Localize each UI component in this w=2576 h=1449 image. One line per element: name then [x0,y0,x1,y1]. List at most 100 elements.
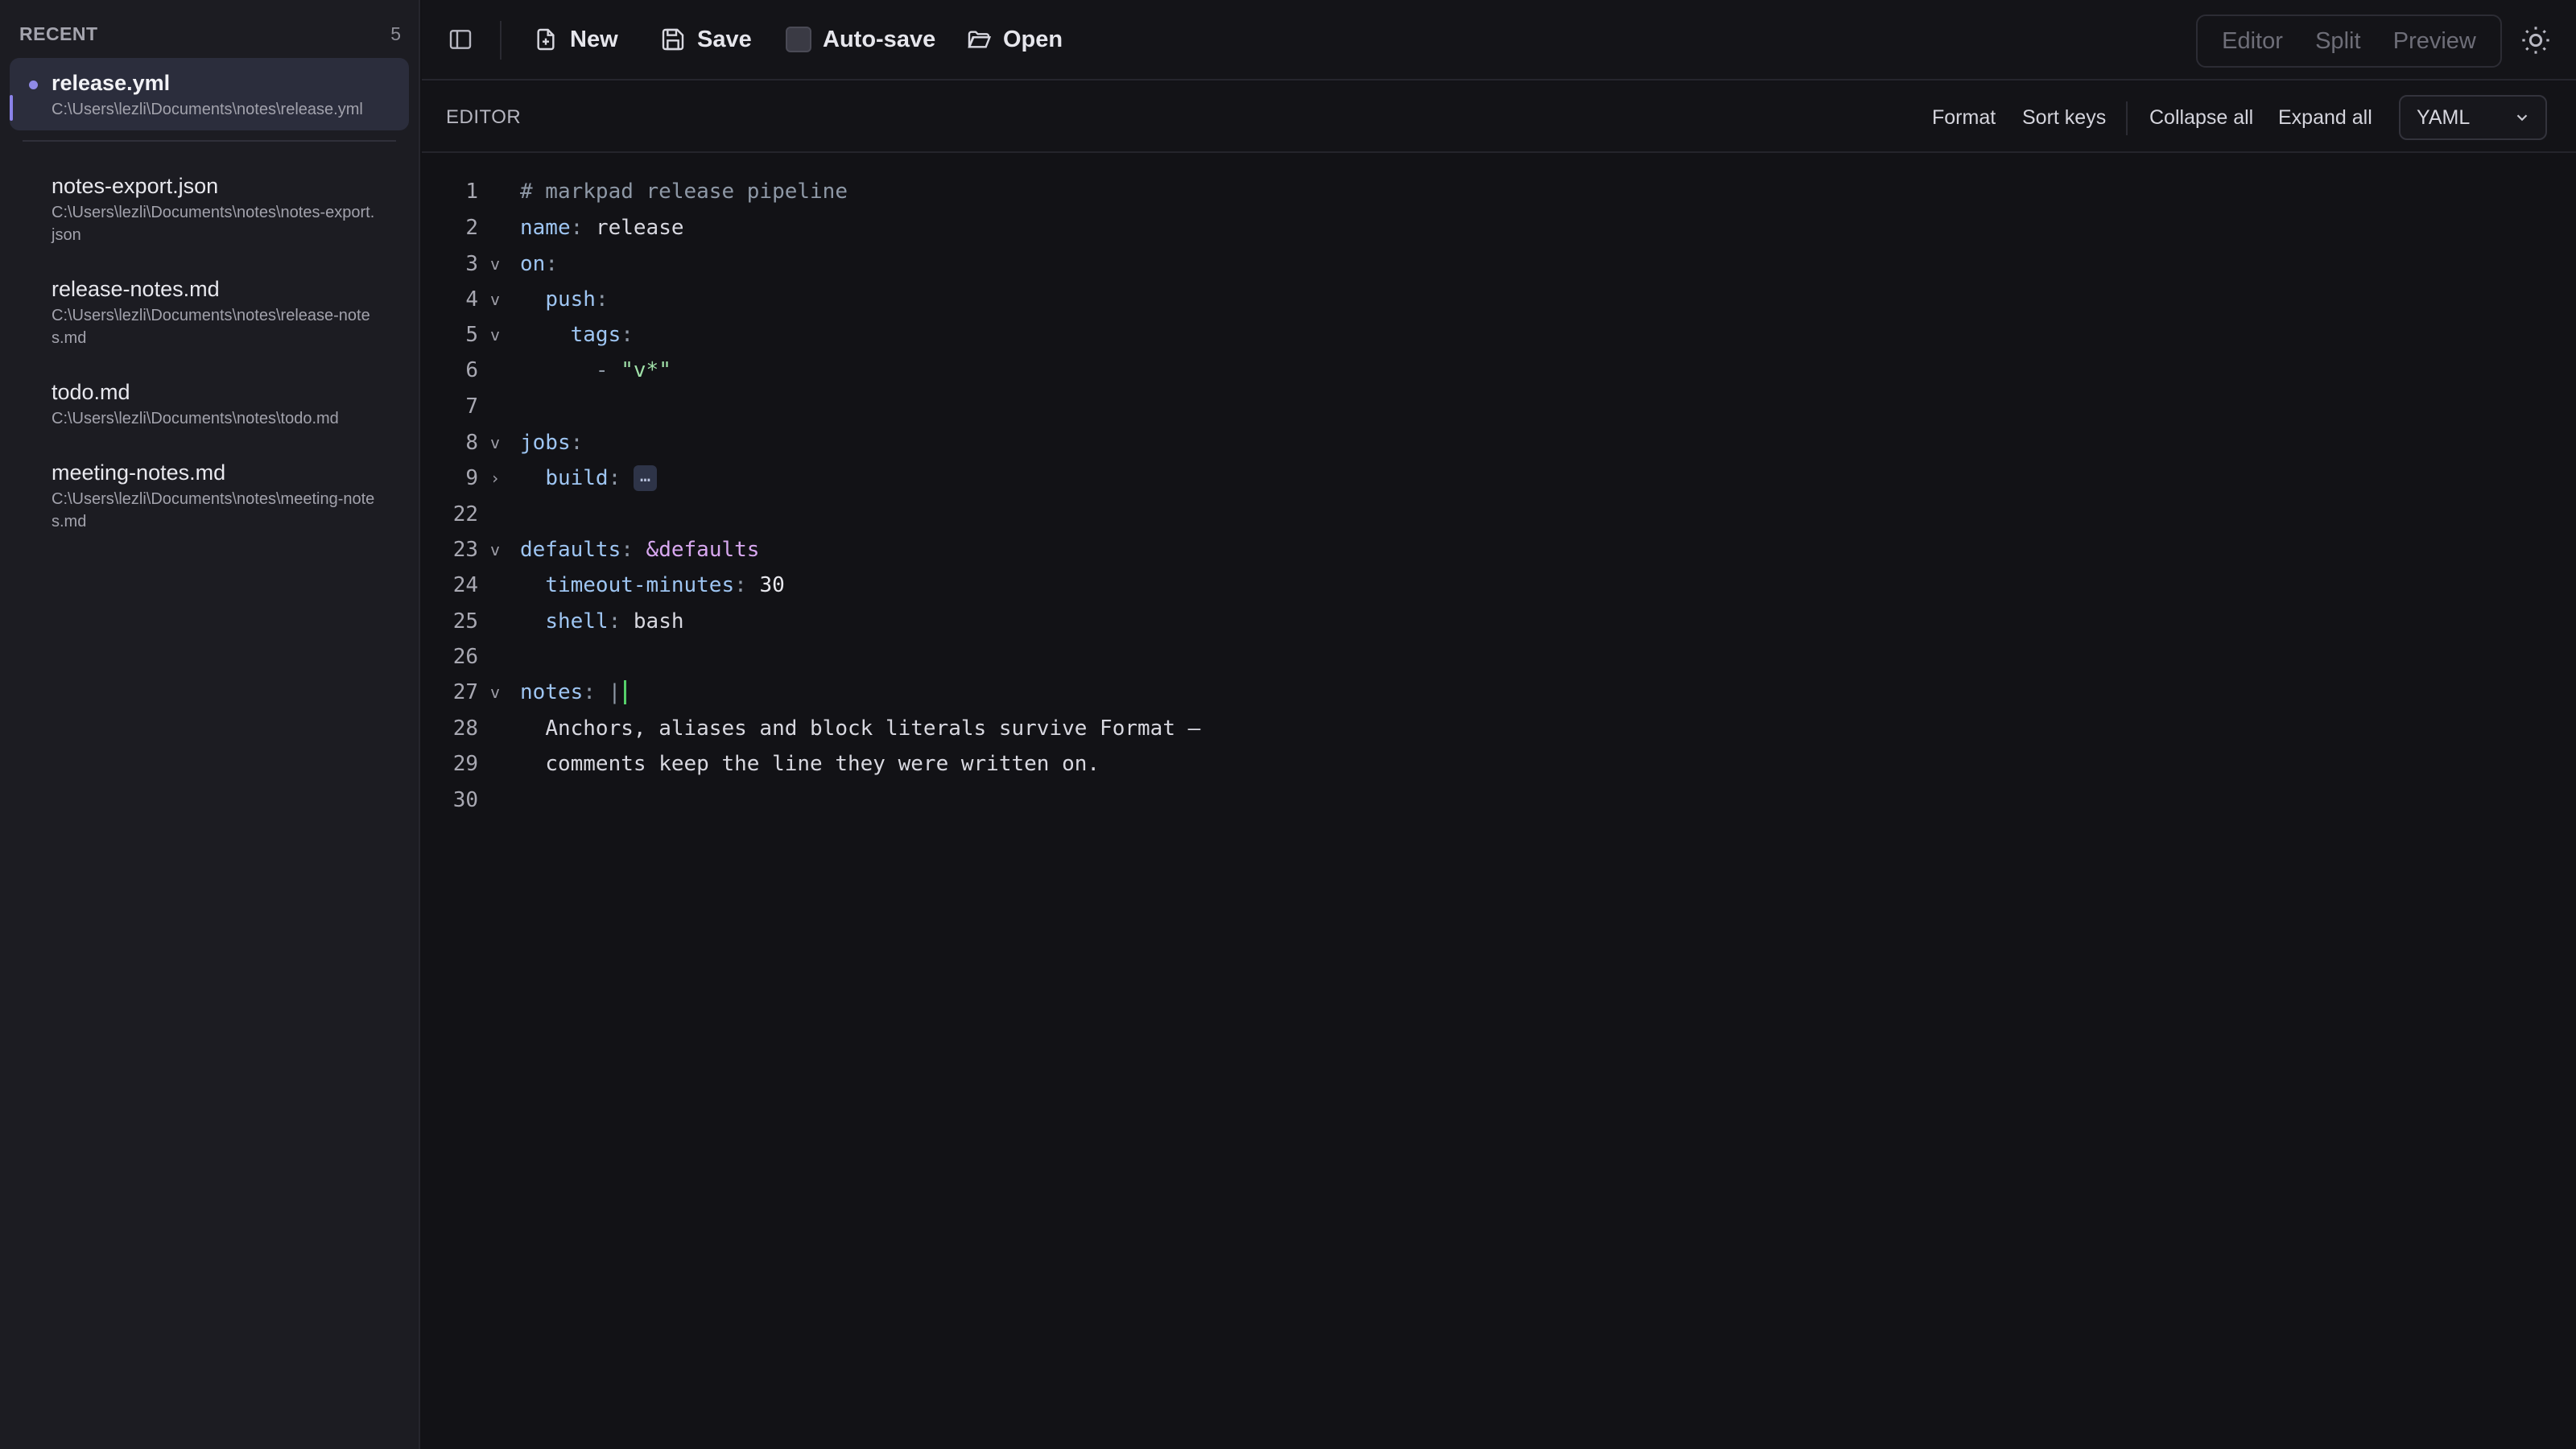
view-mode-group: Editor Split Preview [2196,14,2502,68]
line-number: 30 [452,788,478,812]
toolbar-divider [500,21,502,60]
save-icon [662,28,684,51]
fold-toggle-icon[interactable]: v [478,290,512,309]
save-label: Save [697,26,752,52]
code-line: 9 › build: … [422,460,658,496]
view-editor-button[interactable]: Editor [2222,28,2283,55]
line-number: 28 [452,716,478,741]
line-number: 23 [452,538,478,562]
file-path: C:\Users\lezli\Documents\notes\release.y… [52,101,363,118]
code-line: 6 - "v*" [422,353,671,388]
recent-header: RECENT 5 [19,21,401,47]
new-button[interactable]: New [533,19,618,60]
autosave-checkbox[interactable] [786,27,811,52]
line-number: 8 [465,431,478,455]
code-line: 23 v defaults: &defaults [422,532,760,568]
yaml-block-literal: | [608,680,621,704]
autosave-label: Auto-save [823,26,936,52]
autosave-toggle[interactable]: Auto-save [786,19,935,60]
yaml-key: build [545,466,609,490]
open-button[interactable]: Open [966,19,1063,60]
fold-toggle-icon[interactable]: v [478,683,512,702]
yaml-key: shell [545,609,609,634]
view-split-button[interactable]: Split [2315,28,2360,55]
line-number: 6 [465,358,478,382]
yaml-key: push [545,287,596,312]
save-button[interactable]: Save [660,19,752,60]
file-name: meeting-notes.md [52,460,226,485]
file-name: release-notes.md [52,277,220,301]
line-number: 9 [465,466,478,490]
code-line: 24 timeout-minutes: 30 [422,568,785,603]
chevron-down-icon [2516,114,2528,122]
line-number: 26 [452,645,478,669]
fold-expand-icon[interactable]: › [478,469,512,488]
new-label: New [570,26,618,52]
fold-toggle-icon[interactable]: v [478,540,512,559]
toggle-sidebar-button[interactable] [448,19,473,60]
fold-toggle-icon[interactable]: v [478,325,512,345]
editor-pane-label: EDITOR [446,106,522,128]
expand-all-button[interactable]: Expand all [2278,106,2372,130]
yaml-key: jobs [520,431,571,455]
theme-toggle-sun-icon[interactable] [2520,24,2552,56]
file-path: C:\Users\lezli\Documents\notes\notes-exp… [52,204,375,244]
folded-placeholder[interactable]: … [633,465,658,491]
sort-keys-button[interactable]: Sort keys [2022,106,2106,130]
yaml-value: release [595,216,684,240]
active-dot-icon [29,80,38,89]
open-label: Open [1003,26,1063,52]
recent-file-list: release.yml C:\Users\lezli\Documents\not… [10,58,409,551]
editor-action-bar: EDITOR Format Sort keys Collapse all Exp… [422,82,2576,153]
file-name: release.yml [52,71,171,95]
sidebar-toggle-icon [449,30,472,49]
line-number: 2 [465,216,478,240]
code-line: 27 v notes: | [422,675,627,710]
yaml-string: "v*" [621,358,671,382]
yaml-key: tags [570,323,621,347]
top-toolbar: New Save Auto-save Open Editor Split Pre… [422,0,2576,80]
new-file-icon [537,28,555,51]
code-line: 30 [422,782,512,818]
code-line: 28 Anchors, aliases and block literals s… [422,711,1201,746]
collapse-all-button[interactable]: Collapse all [2149,106,2253,130]
yaml-value: bash [633,609,684,634]
fold-toggle-icon[interactable]: v [478,254,512,274]
code-line: 22 [422,497,512,532]
recent-file-release-yml[interactable]: release.yml C:\Users\lezli\Documents\not… [10,58,409,130]
folder-open-icon [968,31,992,48]
format-button[interactable]: Format [1932,106,1996,130]
line-number: 3 [465,252,478,276]
recent-sidebar: RECENT 5 release.yml C:\Users\lezli\Docu… [0,0,420,1449]
recent-file-release-notes-md[interactable]: release-notes.md C:\Users\lezli\Document… [10,264,409,359]
recent-file-todo-md[interactable]: todo.md C:\Users\lezli\Documents\notes\t… [10,367,409,440]
language-select[interactable]: YAML [2399,95,2547,140]
sidebar-divider [23,140,396,142]
line-number: 24 [452,573,478,597]
text-caret [624,680,627,704]
code-line: 2 name: release [422,210,684,246]
file-path: C:\Users\lezli\Documents\notes\release-n… [52,307,370,347]
code-editor[interactable]: 1 # markpad release pipeline 2 name: rel… [422,153,2576,1449]
fold-toggle-icon[interactable]: v [478,433,512,452]
language-value: YAML [2417,105,2471,129]
file-path: C:\Users\lezli\Documents\notes\meeting-n… [52,490,375,530]
recent-count: 5 [390,23,401,44]
code-line: 8v jobs: [422,425,583,460]
line-number: 22 [452,502,478,526]
line-number: 25 [452,609,478,634]
yaml-key: name [520,216,571,240]
recent-file-meeting-notes-md[interactable]: meeting-notes.md C:\Users\lezli\Document… [10,448,409,543]
view-preview-button[interactable]: Preview [2393,28,2476,55]
line-number: 27 [452,680,478,704]
file-name: notes-export.json [52,174,219,198]
yaml-key: notes [520,680,584,704]
recent-file-notes-export-json[interactable]: notes-export.json C:\Users\lezli\Documen… [10,161,409,256]
line-number: 29 [452,752,478,776]
yaml-key: timeout-minutes [545,573,735,597]
line-number: 1 [465,180,478,204]
code-line: 4v push: [422,282,608,317]
literal-text: comments keep the line they were written… [545,752,1100,776]
yaml-anchor: &defaults [646,538,760,562]
line-number: 4 [465,287,478,312]
